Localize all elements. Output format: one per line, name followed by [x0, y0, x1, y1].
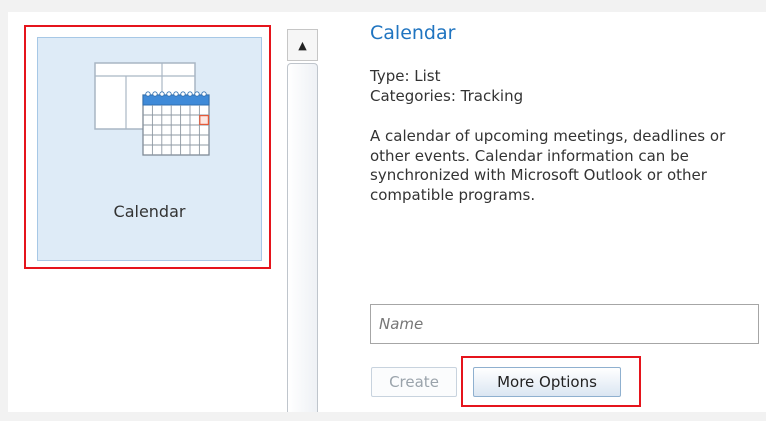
more-options-button[interactable]: More Options	[473, 367, 621, 397]
frame-border-top	[0, 0, 766, 12]
tile-label: Calendar	[113, 202, 186, 221]
app-description: A calendar of upcoming meetings, deadlin…	[370, 127, 726, 204]
calendar-app-tile[interactable]: Calendar	[37, 37, 262, 261]
vertical-scrollbar[interactable]: ▲	[287, 29, 318, 412]
scroll-up-arrow-icon[interactable]: ▲	[287, 29, 318, 61]
app-categories: Categories: Tracking	[370, 87, 524, 105]
scroll-thumb[interactable]	[287, 63, 318, 412]
frame-border-bottom	[0, 412, 766, 421]
calendar-icon	[94, 62, 210, 156]
frame-border-left	[0, 0, 8, 421]
app-type: Type: List	[370, 67, 441, 85]
create-button[interactable]: Create	[371, 367, 457, 397]
app-meta: Type: List Categories: Tracking	[370, 66, 523, 106]
app-title: Calendar	[370, 22, 456, 44]
name-input[interactable]	[370, 304, 759, 344]
app-frame: Calendar ▲ Calendar Type: List Categorie…	[0, 0, 766, 421]
